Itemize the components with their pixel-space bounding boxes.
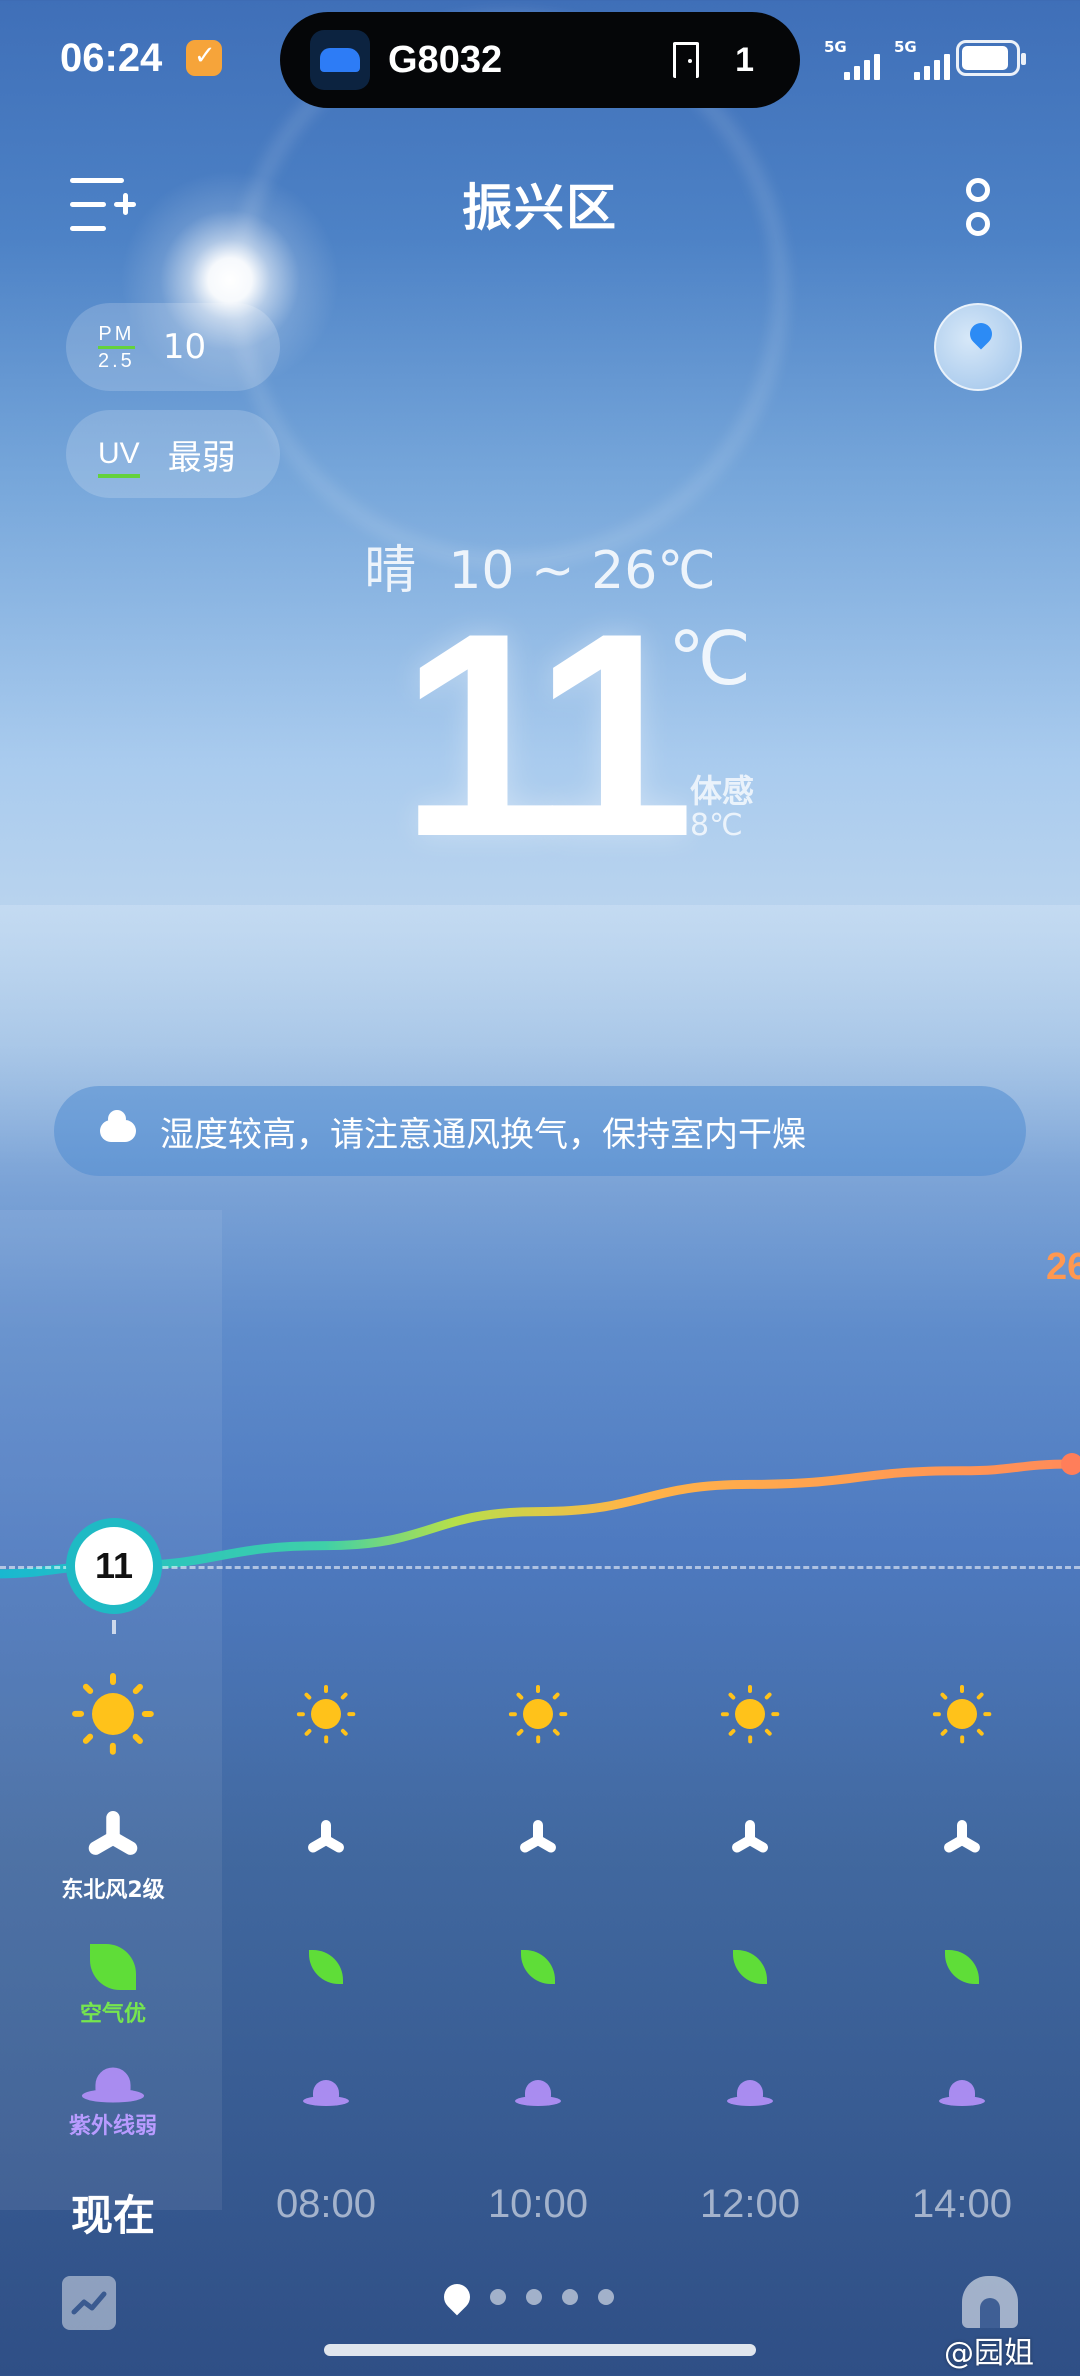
tip-text: 湿度较高，请注意通风换气，保持室内干燥 (160, 1114, 806, 1155)
leaf-icon (521, 1950, 555, 1984)
wind-cell (680, 1820, 820, 1860)
home-icon[interactable] (962, 2276, 1018, 2328)
time-label: 12:00 (699, 2182, 801, 2226)
wind-fan-icon (306, 1820, 346, 1860)
uv-cell (892, 2078, 1032, 2108)
uv-chip[interactable]: UV 最弱 (66, 410, 280, 498)
sun-icon (43, 1672, 183, 1756)
time-label: 08:00 (275, 2182, 377, 2226)
temperature-point (1061, 1453, 1080, 1475)
time-label: 10:00 (487, 2182, 589, 2226)
leaf-icon (90, 1944, 136, 1990)
uv-value: 最弱 (167, 437, 236, 478)
uv-label: 紫外线弱 (68, 2114, 157, 2139)
weather-tip-banner[interactable]: 湿度较高，请注意通风换气，保持室内干燥 (54, 1086, 1026, 1176)
uv-cell (680, 2078, 820, 2108)
battery-icon (956, 40, 1026, 76)
wind-fan-icon (518, 1820, 558, 1860)
location-pin-icon (965, 318, 997, 350)
current-temperature: 11 (400, 573, 695, 897)
uv-label-text: UV (98, 437, 140, 478)
sun-icon (468, 1684, 608, 1744)
page-dot[interactable] (526, 2289, 542, 2305)
uv-cell (468, 2078, 608, 2108)
city-page-indicator[interactable] (438, 2278, 614, 2316)
door-icon (673, 42, 700, 78)
temperature-unit: ℃ (668, 616, 752, 702)
air-quality-cell (468, 1950, 608, 1984)
leaf-icon (945, 1950, 979, 1984)
wind-cell: 东北风2级 (43, 1811, 183, 1904)
signal-icon: 5G (824, 38, 880, 80)
wind-fan-icon (730, 1820, 770, 1860)
train-live-activity[interactable]: G8032 1 (280, 12, 800, 108)
sun-hat-icon (81, 2065, 145, 2106)
current-temp-guide (0, 1566, 1080, 1569)
status-time: 06:24 (60, 36, 163, 80)
wind-cell (892, 1820, 1032, 1860)
wind-cell (256, 1820, 396, 1860)
notification-app-icon (186, 40, 222, 76)
air-quality-label: 空气优 (79, 2002, 146, 2027)
sun-icon (256, 1684, 396, 1744)
city-title[interactable]: 振兴区 (0, 168, 1080, 240)
wind-fan-icon (942, 1820, 982, 1860)
more-icon[interactable] (960, 178, 996, 236)
pm25-chip[interactable]: PM 2.5 10 (66, 303, 280, 391)
page-dot[interactable] (562, 2289, 578, 2305)
uv-label: UV (98, 437, 140, 478)
sun-hat-icon (727, 2078, 773, 2108)
time-label: 14:00 (911, 2182, 1013, 2226)
pm25-value: 10 (162, 327, 207, 367)
gate-number: 1 (735, 40, 754, 79)
wind-fan-icon (86, 1811, 140, 1865)
feels-like-label: 体感 (690, 772, 755, 810)
current-temp-marker: 11 (66, 1518, 162, 1614)
time-label-now: 现在 (70, 2191, 155, 2240)
location-page-dot[interactable] (438, 2278, 476, 2316)
home-indicator[interactable] (324, 2344, 756, 2356)
temperature-chart (0, 1453, 1080, 1579)
page-dot[interactable] (490, 2289, 506, 2305)
air-quality-cell: 空气优 (43, 1944, 183, 2028)
signal-icon: 5G (894, 38, 950, 80)
cloud-icon (100, 1110, 136, 1142)
air-quality-cell (892, 1950, 1032, 1984)
current-temp-marker-value: 11 (94, 1545, 134, 1586)
air-quality-cell (680, 1950, 820, 1984)
sun-icon (680, 1684, 820, 1744)
air-quality-cell (256, 1950, 396, 1984)
trend-chart-icon[interactable] (62, 2276, 116, 2330)
leaf-icon (309, 1950, 343, 1984)
now-tick (112, 1620, 116, 1634)
sun-hat-icon (939, 2078, 985, 2108)
leaf-icon (733, 1950, 767, 1984)
pm25-label: PM 2.5 (98, 324, 135, 371)
train-icon (310, 30, 370, 90)
sun-icon (892, 1684, 1032, 1744)
feels-like-value: 8℃ (690, 808, 743, 843)
sun-hat-icon (515, 2078, 561, 2108)
wind-label: 东北风2级 (61, 1878, 165, 1903)
wind-cell (468, 1820, 608, 1860)
train-number: G8032 (388, 38, 503, 81)
signal-indicators: 5G 5G (824, 38, 950, 80)
pm-label-top: PM (98, 324, 135, 349)
page-dot[interactable] (598, 2289, 614, 2305)
max-temp-label: 26 (1046, 1246, 1080, 1288)
sun-hat-icon (303, 2078, 349, 2108)
map-location-button[interactable] (934, 303, 1022, 391)
watermark: @园姐 (944, 2336, 1034, 2371)
uv-cell: 紫外线弱 (43, 2067, 183, 2140)
uv-cell (256, 2078, 396, 2108)
pm-label-bottom: 2.5 (98, 349, 135, 372)
